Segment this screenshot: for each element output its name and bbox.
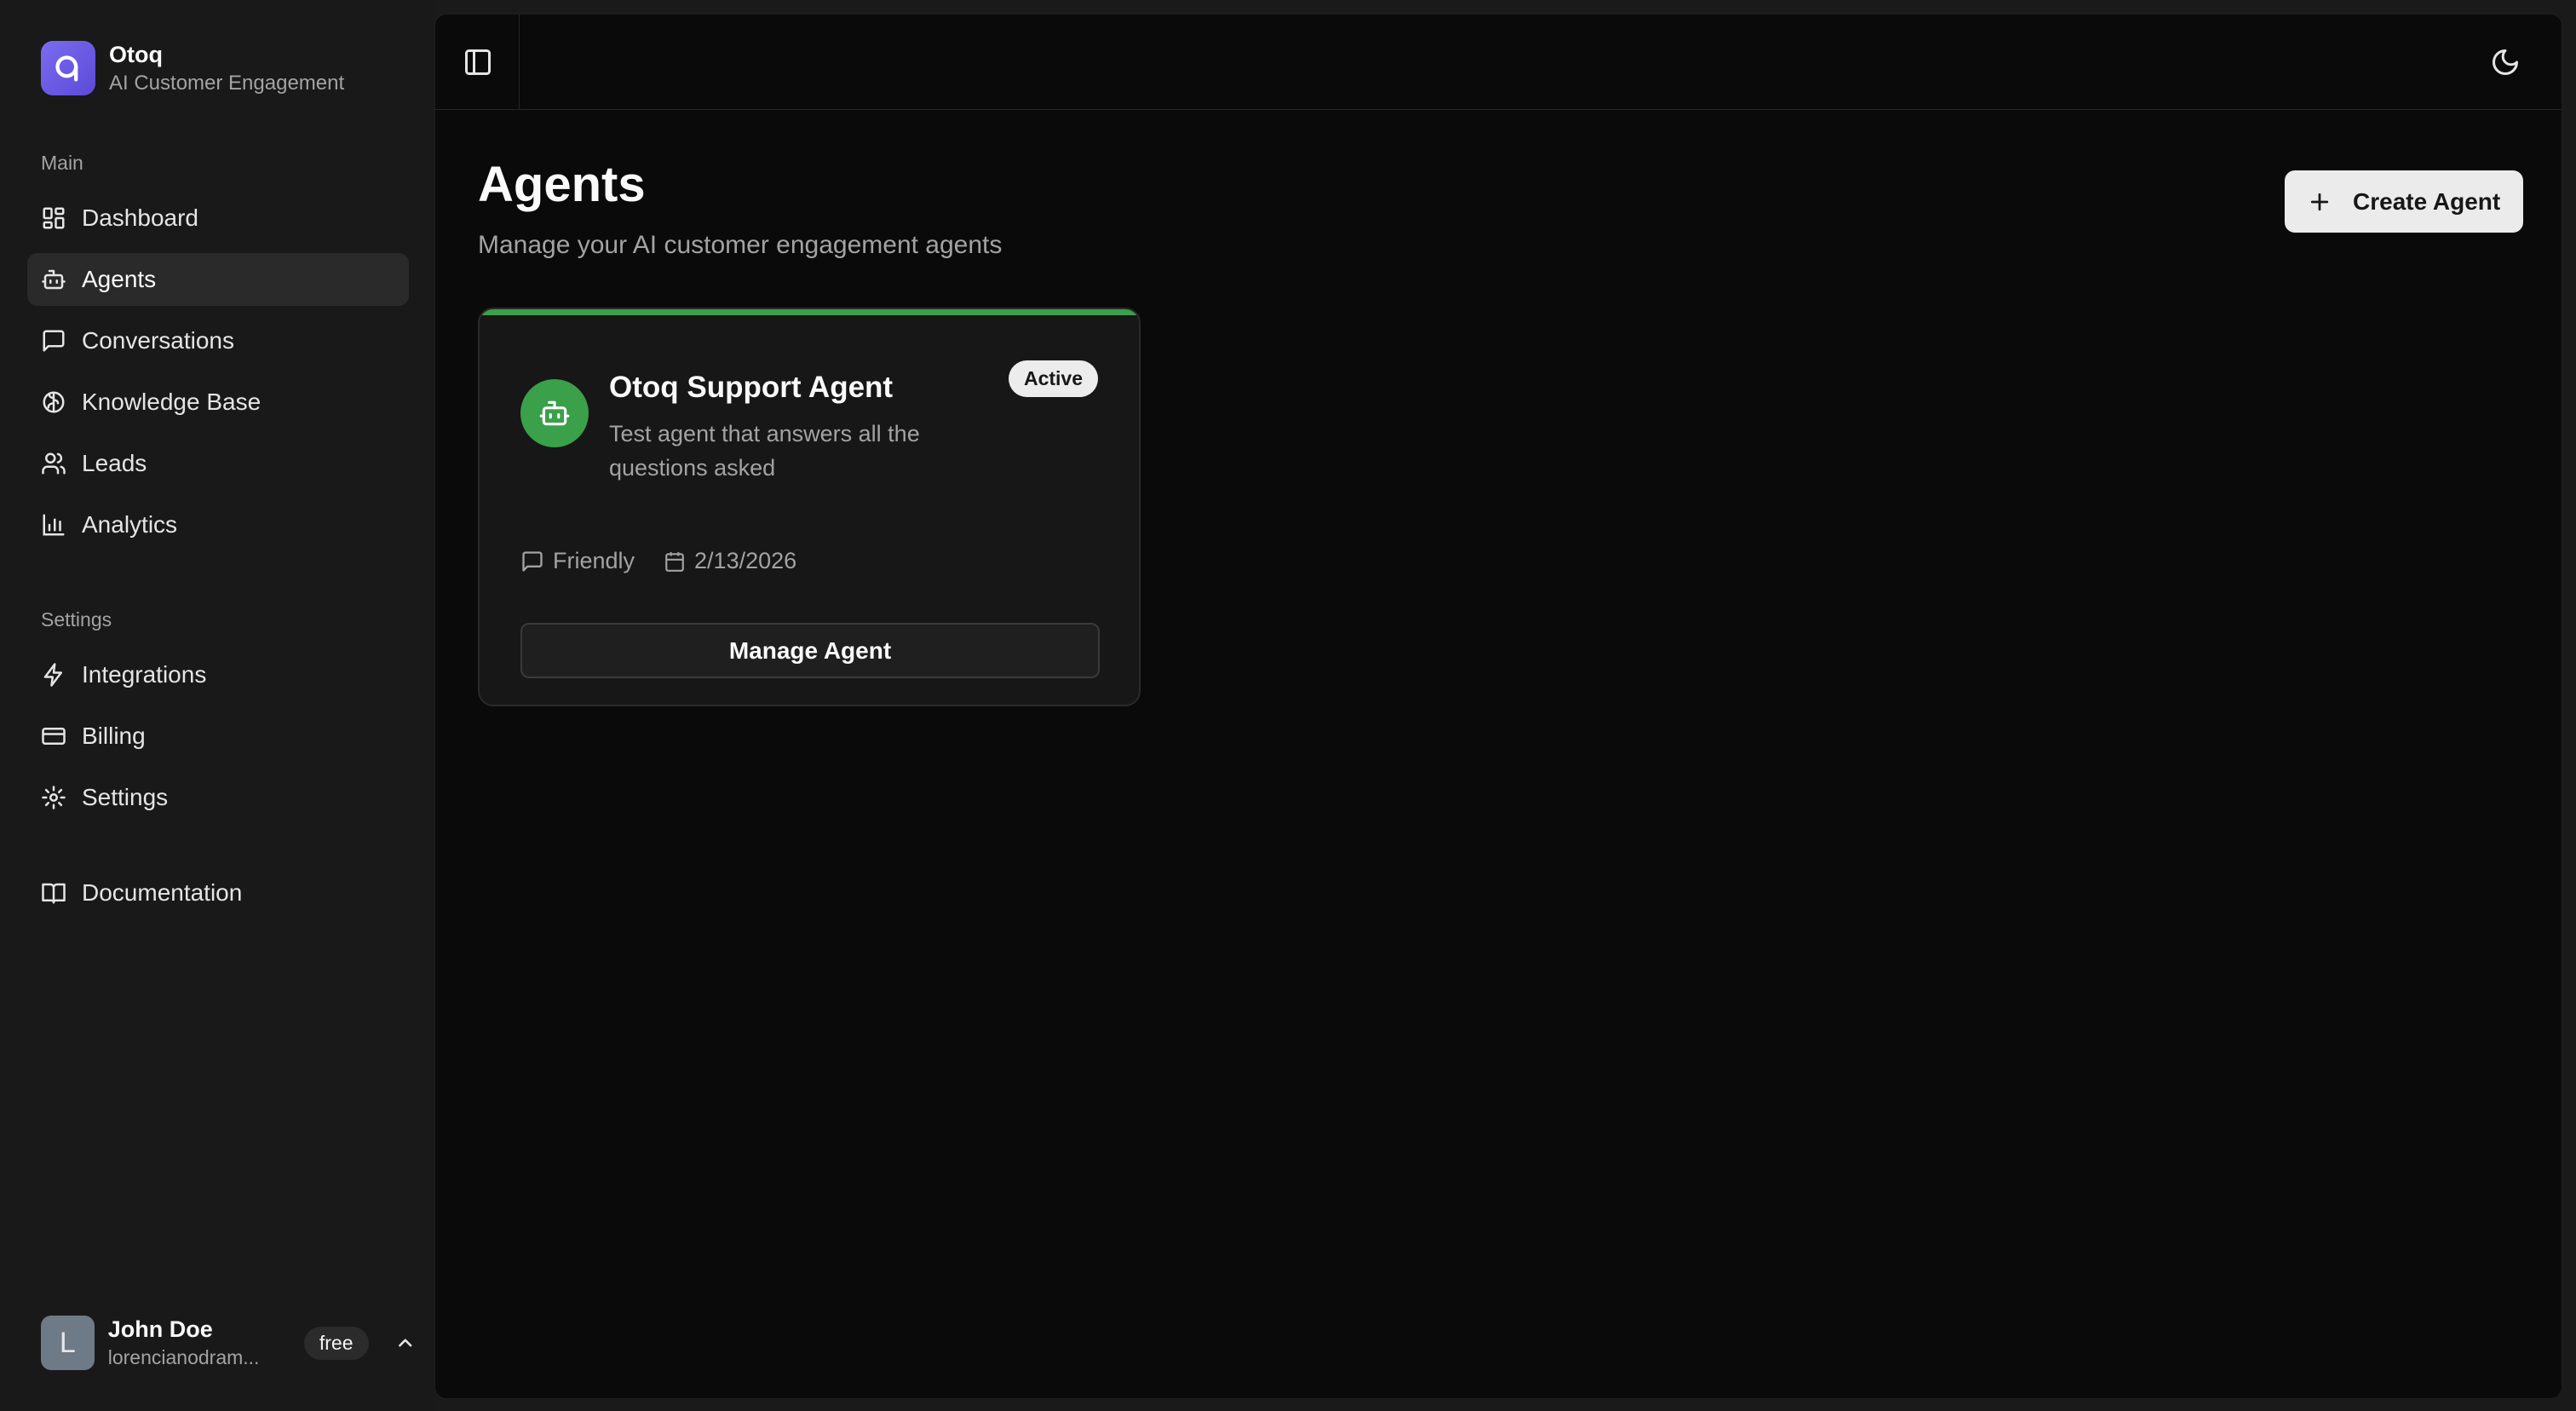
agent-tone-label: Friendly (553, 548, 635, 573)
plus-icon (2310, 193, 2329, 210)
brand-logo (41, 41, 95, 95)
agent-description: Test agent that answers all the question… (609, 421, 920, 481)
calendar-icon (665, 551, 684, 572)
credit-card-icon (42, 728, 66, 745)
section-label-settings: Settings (41, 608, 112, 631)
page-subtitle: Manage your AI customer engagement agent… (478, 231, 1003, 259)
agent-date: 2/13/2026 (664, 548, 796, 574)
topbar-divider (519, 14, 520, 110)
main-panel: Agents Manage your AI customer engagemen… (434, 14, 2562, 1399)
sidebar-item-integrations[interactable]: Integrations (27, 648, 409, 701)
sidebar-item-knowledge-base[interactable]: Knowledge Base (27, 376, 409, 429)
sidebar-item-label: Billing (82, 723, 146, 749)
sidebar-item-billing[interactable]: Billing (27, 710, 409, 763)
user-email: lorencianodram... (107, 1346, 260, 1368)
create-agent-button[interactable]: Create Agent (2285, 170, 2523, 233)
topbar (435, 14, 2562, 110)
sidebar-item-label: Documentation (82, 879, 243, 906)
status-badge: Active (1008, 360, 1098, 397)
chevron-up-icon[interactable] (394, 1332, 417, 1354)
brand-name: Otoq (109, 41, 163, 67)
user-menu[interactable]: L John Doe lorencianodram... free (41, 1316, 416, 1370)
brand[interactable]: Otoq AI Customer Engagement (41, 41, 344, 95)
sidebar-item-label: Dashboard (82, 204, 198, 231)
sidebar-item-label: Agents (82, 266, 157, 292)
sidebar-item-documentation[interactable]: Documentation (27, 867, 409, 919)
page-title: Agents (478, 157, 646, 212)
create-agent-label: Create Agent (2353, 187, 2501, 215)
sidebar-item-agents[interactable]: Agents (27, 253, 409, 306)
agent-card: Otoq Support Agent Test agent that answe… (478, 308, 1141, 706)
message-icon (522, 550, 543, 572)
dashboard-icon (43, 207, 65, 229)
sidebar-item-settings[interactable]: Settings (27, 771, 409, 824)
section-label-main: Main (41, 152, 83, 174)
sidebar-toggle-icon[interactable] (463, 47, 493, 78)
avatar: L (41, 1316, 95, 1370)
sidebar-item-dashboard[interactable]: Dashboard (27, 192, 409, 245)
sidebar-item-label: Analytics (82, 511, 178, 538)
agent-avatar (520, 379, 589, 447)
sidebar: Otoq AI Customer Engagement Main Dashboa… (0, 0, 434, 1411)
brain-icon (43, 391, 65, 413)
sidebar-item-label: Settings (82, 784, 169, 810)
message-icon (43, 330, 65, 352)
brand-subtitle: AI Customer Engagement (109, 71, 345, 95)
moon-icon[interactable] (2490, 47, 2521, 78)
bar-chart-icon (43, 514, 65, 536)
agent-tone: Friendly (520, 548, 635, 574)
gear-icon (42, 786, 66, 809)
agent-name: Otoq Support Agent (609, 371, 894, 404)
card-accent-bar (480, 309, 1139, 315)
sidebar-item-label: Conversations (82, 327, 234, 354)
agent-date-label: 2/13/2026 (694, 548, 797, 573)
sidebar-item-label: Knowledge Base (82, 389, 262, 415)
zap-icon (43, 663, 62, 687)
sidebar-item-conversations[interactable]: Conversations (27, 314, 409, 367)
sidebar-item-analytics[interactable]: Analytics (27, 498, 409, 551)
plan-badge: free (303, 1326, 369, 1360)
book-icon (42, 883, 66, 904)
sidebar-item-label: Leads (82, 450, 147, 476)
sidebar-item-leads[interactable]: Leads (27, 437, 409, 490)
agent-meta: Friendly 2/13/2026 (520, 548, 796, 574)
bot-icon (539, 400, 570, 426)
users-icon (42, 452, 66, 475)
sidebar-item-label: Integrations (82, 661, 207, 688)
user-name: John Doe (107, 1316, 213, 1342)
bot-icon (42, 269, 66, 290)
manage-agent-button[interactable]: Manage Agent (520, 623, 1100, 678)
